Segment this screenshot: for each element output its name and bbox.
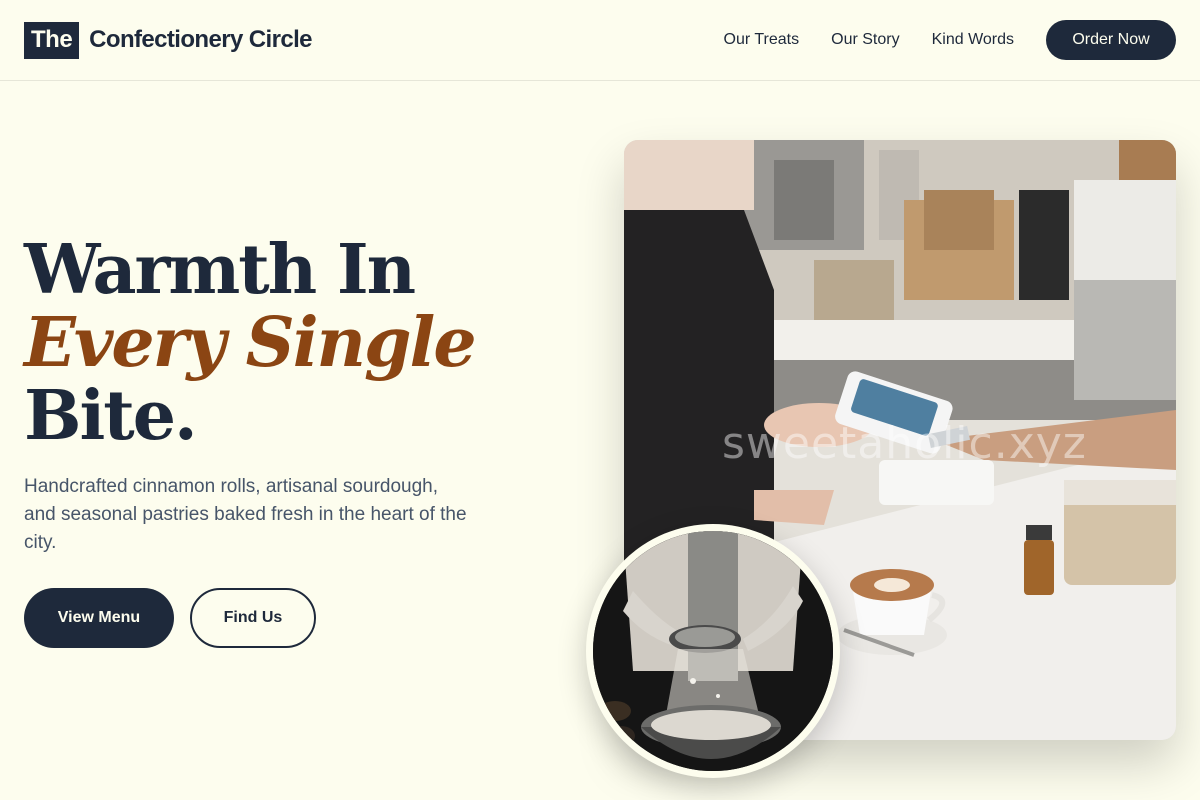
hero-title: Warmth In Every Single Bite. xyxy=(24,234,564,453)
nav-link-our-story[interactable]: Our Story xyxy=(831,31,899,49)
hero-subtitle: Handcrafted cinnamon rolls, artisanal so… xyxy=(24,476,467,553)
nav-link-kind-words[interactable]: Kind Words xyxy=(932,31,1014,49)
hero-title-line-2: Every Single xyxy=(24,303,477,383)
nav-link-our-treats[interactable]: Our Treats xyxy=(724,31,800,49)
site-header: The Confectionery Circle Our Treats Our … xyxy=(0,0,1200,81)
view-menu-button[interactable]: View Menu xyxy=(24,588,174,648)
hero-title-line-1: Warmth In xyxy=(24,230,416,310)
logo[interactable]: The Confectionery Circle xyxy=(24,21,313,59)
baking-photo-frame xyxy=(586,524,840,778)
find-us-button[interactable]: Find Us xyxy=(190,588,316,648)
order-now-button[interactable]: Order Now xyxy=(1046,20,1176,60)
logo-text: Confectionery Circle xyxy=(89,26,312,53)
flour-sifting-illustration xyxy=(593,531,833,771)
logo-mark: The xyxy=(24,21,80,59)
flour-sifting-photo xyxy=(593,531,833,771)
main-nav: Our Treats Our Story Kind Words Order No… xyxy=(724,20,1176,60)
photo-watermark: sweetaholic.xyz xyxy=(722,418,1087,469)
hero-title-line-3: Bite. xyxy=(24,376,198,456)
